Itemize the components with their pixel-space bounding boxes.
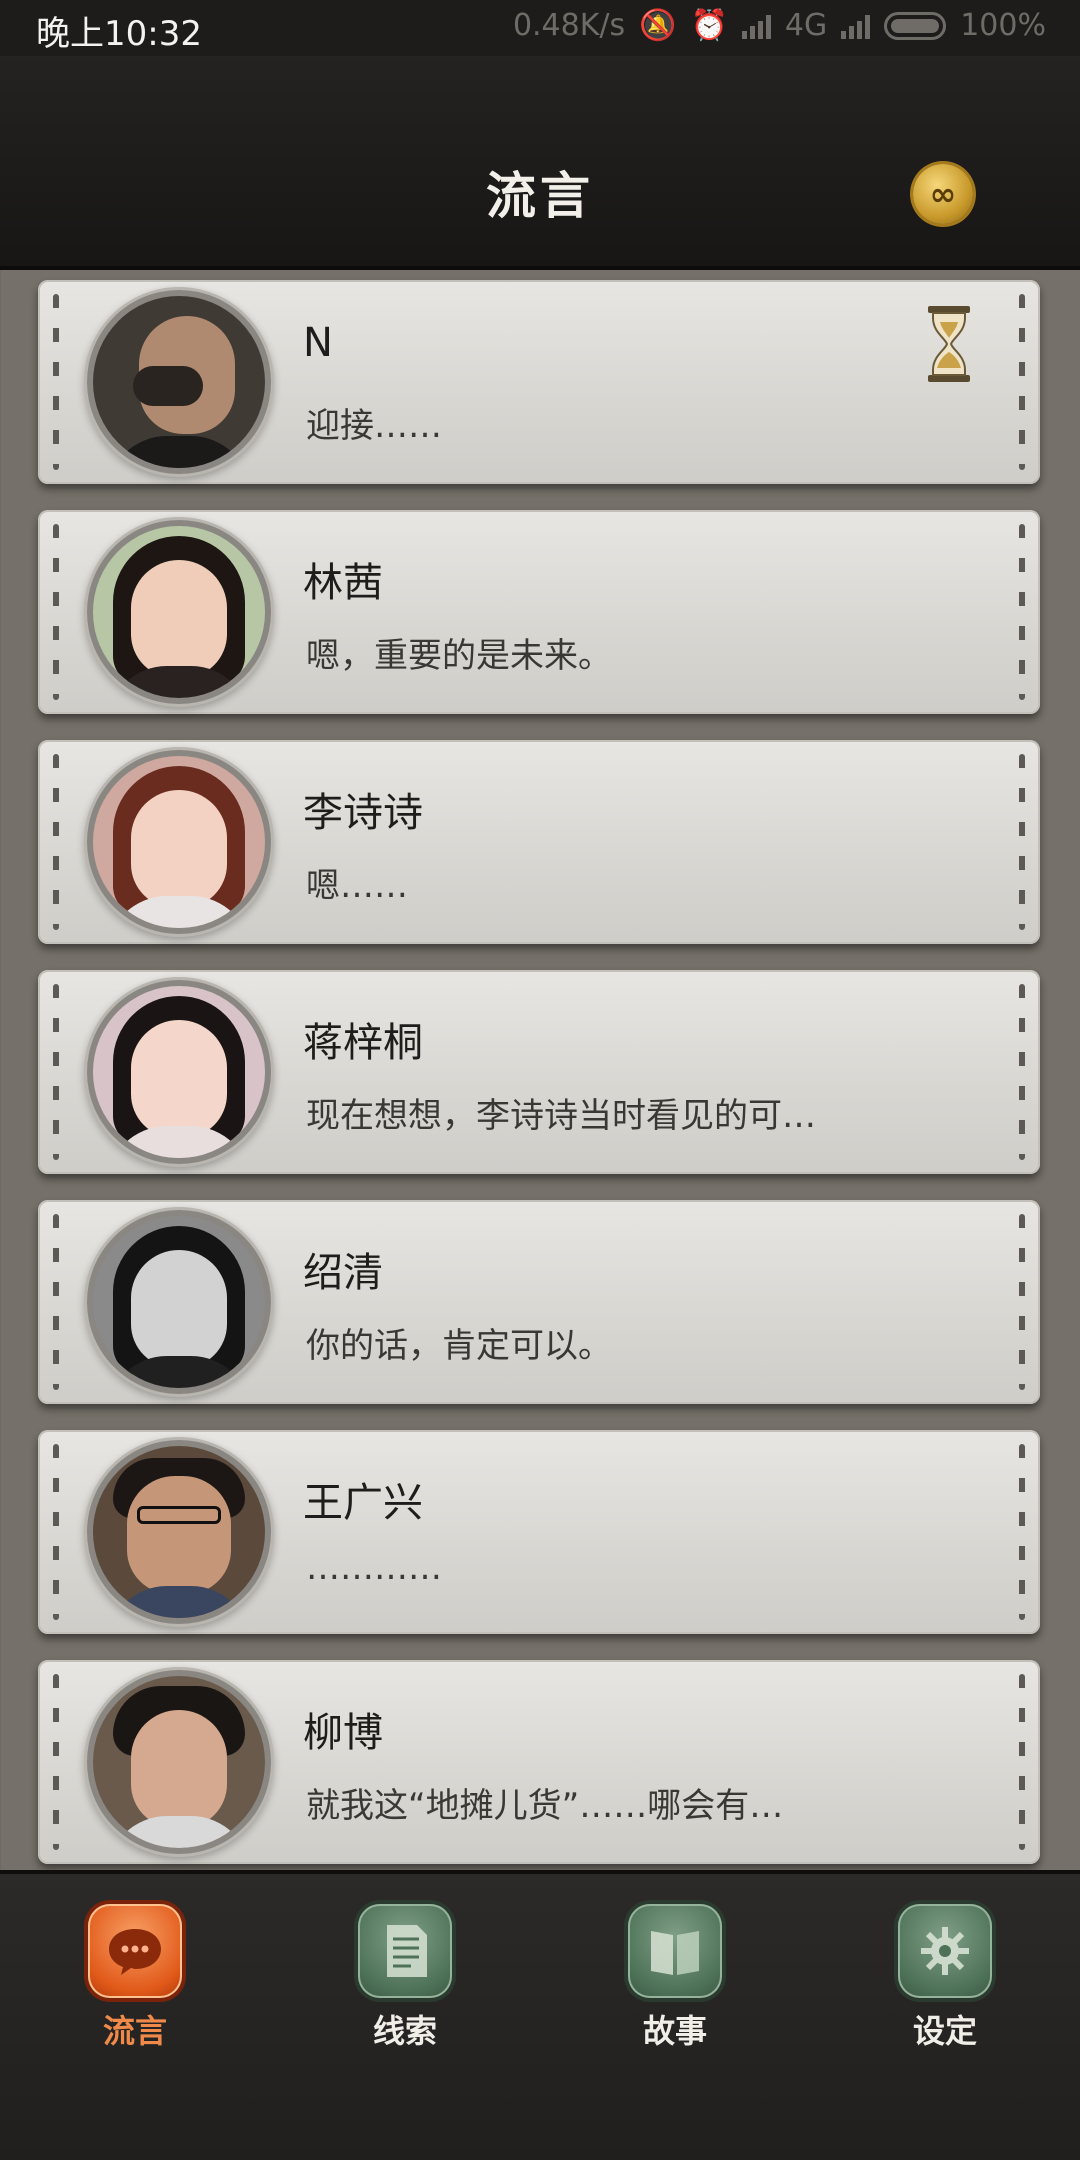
message-preview: 就我这“地摊儿货”……哪会有… [306,1786,784,1826]
hourglass-icon [928,306,970,382]
net-speed: 0.48K/s [512,8,626,43]
avatar[interactable] [93,1446,265,1618]
avatar[interactable] [93,986,265,1158]
tab-label: 设定 [912,2012,977,2050]
avatar[interactable] [93,526,265,698]
contact-name: 蒋梓桐 [303,1020,423,1066]
message-preview: 迎接…… [306,406,442,446]
avatar[interactable] [93,756,265,928]
message-list[interactable]: N 迎接…… 林茜 嗯，重要的是未来。 李诗诗 嗯…… 蒋梓桐 现在想想，李诗诗… [0,270,1080,1870]
stitch-decoration [53,754,59,930]
message-preview: 你的话，肯定可以。 [306,1326,612,1366]
signal-icon [741,13,771,39]
tab-label: 线索 [372,2012,437,2050]
tab-label: 流言 [102,2012,167,2050]
stitch-decoration [1019,754,1025,930]
message-card[interactable]: 林茜 嗯，重要的是未来。 [38,510,1040,714]
app-header: 流言 ∞ [0,56,1080,270]
message-preview: ………… [306,1548,442,1588]
status-bar: 晚上10:32 0.48K/s 🔕 ⏰ 4G 100% [0,0,1080,56]
contact-name: 柳博 [303,1710,383,1756]
message-card[interactable]: 柳博 就我这“地摊儿货”……哪会有… [38,1660,1040,1864]
tab-label: 故事 [642,2012,707,2050]
contact-name: N [303,320,333,366]
tab-story[interactable]: 故事 [600,1904,750,2052]
contact-name: 绍清 [303,1250,383,1296]
message-card[interactable]: N 迎接…… [38,280,1040,484]
tab-rumors[interactable]: 流言 [60,1904,210,2052]
contact-name: 李诗诗 [303,790,423,836]
message-card[interactable]: 李诗诗 嗯…… [38,740,1040,944]
document-icon [358,1904,452,1998]
stitch-decoration [1019,294,1025,470]
stitch-decoration [53,1674,59,1850]
stitch-decoration [53,1214,59,1390]
message-preview: 嗯，重要的是未来。 [306,636,612,676]
avatar[interactable] [93,1216,265,1388]
stitch-decoration [1019,1444,1025,1620]
battery-icon [884,11,947,40]
avatar[interactable] [93,296,265,468]
book-icon [628,1904,722,1998]
message-preview: 嗯…… [306,866,408,906]
message-card[interactable]: 蒋梓桐 现在想想，李诗诗当时看见的可… [38,970,1040,1174]
contact-name: 林茜 [303,560,383,606]
battery-level: 100% [960,8,1046,43]
stitch-decoration [1019,524,1025,700]
tab-settings[interactable]: 设定 [870,1904,1020,2052]
status-time: 晚上10:32 [36,14,202,54]
tab-clues[interactable]: 线索 [330,1904,480,2052]
stitch-decoration [1019,984,1025,1160]
avatar[interactable] [93,1676,265,1848]
stitch-decoration [53,294,59,470]
stitch-decoration [1019,1214,1025,1390]
stitch-decoration [1019,1674,1025,1850]
stitch-decoration [53,524,59,700]
contact-name: 王广兴 [303,1480,423,1526]
message-card[interactable]: 王广兴 ………… [38,1430,1040,1634]
chat-bubble-icon [88,1904,182,1998]
bottom-nav: 流言 线索 故事 设定 [0,1870,1080,2160]
signal-icon-2 [841,13,871,39]
stitch-decoration [53,1444,59,1620]
gear-icon [898,1904,992,1998]
alarm-icon: ⏰ [690,8,728,43]
status-icons: 0.48K/s 🔕 ⏰ 4G 100% [513,8,1046,43]
mute-icon: 🔕 [639,8,677,43]
stitch-decoration [53,984,59,1160]
network-type: 4G [784,8,828,43]
infinity-coin-icon[interactable]: ∞ [913,164,973,224]
message-preview: 现在想想，李诗诗当时看见的可… [306,1096,816,1136]
message-card[interactable]: 绍清 你的话，肯定可以。 [38,1200,1040,1404]
